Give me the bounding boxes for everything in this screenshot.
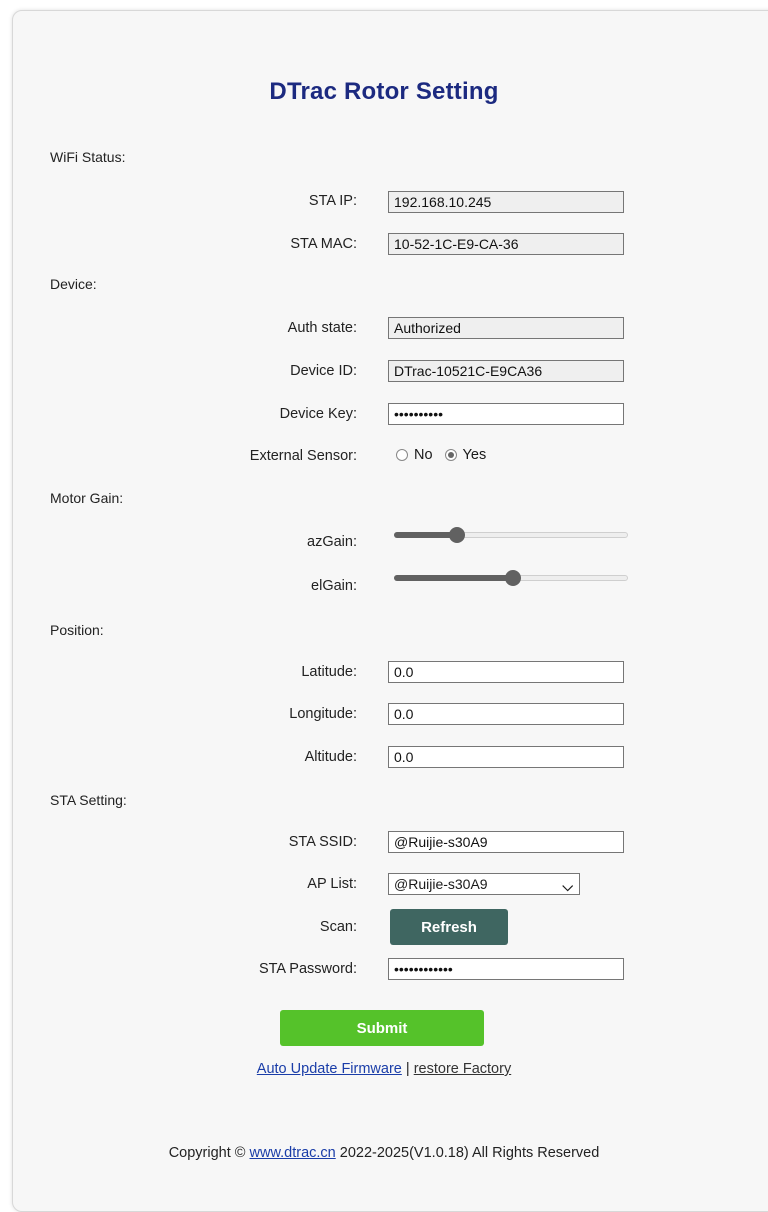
scan-label: Scan: <box>319 919 357 935</box>
device-key-field[interactable] <box>388 403 624 425</box>
auth-state-label: Auth state: <box>287 320 357 336</box>
sta-ssid-field[interactable] <box>388 831 624 853</box>
external-sensor-yes-label: Yes <box>462 447 487 463</box>
auto-update-firmware-link[interactable]: Auto Update Firmware <box>257 1061 402 1077</box>
sta-password-field[interactable] <box>388 958 624 980</box>
sta-mac-label: STA MAC: <box>290 236 357 252</box>
altitude-label: Altitude: <box>304 749 357 765</box>
ap-list-label: AP List: <box>307 876 357 892</box>
dtrac-website-link[interactable]: www.dtrac.cn <box>250 1145 336 1161</box>
sta-ip-label: STA IP: <box>308 193 357 209</box>
el-gain-slider-thumb[interactable] <box>505 570 521 586</box>
el-gain-slider-fill <box>394 575 513 581</box>
submit-button[interactable]: Submit <box>280 1010 484 1046</box>
sta-ip-field[interactable] <box>388 191 624 213</box>
sta-ssid-label: STA SSID: <box>288 834 357 850</box>
section-wifi-status: WiFi Status: <box>50 149 126 165</box>
external-sensor-yes-radio[interactable] <box>444 449 457 461</box>
device-key-label: Device Key: <box>279 406 357 422</box>
chevron-down-icon: ⌵ <box>562 878 573 894</box>
ap-list-selected: @Ruijie-s30A9 <box>394 876 488 892</box>
az-gain-slider-fill <box>394 532 457 538</box>
sta-mac-field[interactable] <box>388 233 624 255</box>
restore-factory-link[interactable]: restore Factory <box>414 1061 512 1077</box>
altitude-field[interactable] <box>388 746 624 768</box>
refresh-button[interactable]: Refresh <box>390 909 508 945</box>
external-sensor-label: External Sensor: <box>249 448 357 464</box>
external-sensor-no-radio[interactable] <box>396 449 408 461</box>
longitude-field[interactable] <box>388 703 624 725</box>
device-id-label: Device ID: <box>290 363 357 379</box>
latitude-label: Latitude: <box>301 664 357 680</box>
az-gain-slider[interactable] <box>394 527 628 543</box>
el-gain-label: elGain: <box>311 578 357 594</box>
link-separator: | <box>405 1061 410 1077</box>
az-gain-slider-thumb[interactable] <box>449 527 465 543</box>
copyright-prefix: Copyright © <box>168 1145 246 1161</box>
longitude-label: Longitude: <box>289 706 357 722</box>
sta-password-label: STA Password: <box>258 961 357 977</box>
auth-state-field[interactable] <box>388 317 624 339</box>
action-links: Auto Update Firmware | restore Factory <box>0 1061 768 1077</box>
section-position: Position: <box>50 622 104 638</box>
ap-list-select[interactable]: @Ruijie-s30A9 ⌵ <box>388 873 580 895</box>
page-title: DTrac Rotor Setting <box>269 78 499 105</box>
section-motor-gain: Motor Gain: <box>50 490 124 506</box>
external-sensor-no-label: No <box>414 447 433 463</box>
latitude-field[interactable] <box>388 661 624 683</box>
external-sensor-radio-group: No Yes <box>396 447 498 463</box>
device-id-field[interactable] <box>388 360 624 382</box>
footer-copyright: Copyright © www.dtrac.cn 2022-2025(V1.0.… <box>0 1145 768 1161</box>
section-sta-setting: STA Setting: <box>50 792 127 808</box>
section-device: Device: <box>50 276 97 292</box>
el-gain-slider[interactable] <box>394 570 628 586</box>
az-gain-label: azGain: <box>307 534 357 550</box>
copyright-suffix: 2022-2025(V1.0.18) All Rights Reserved <box>339 1145 600 1161</box>
